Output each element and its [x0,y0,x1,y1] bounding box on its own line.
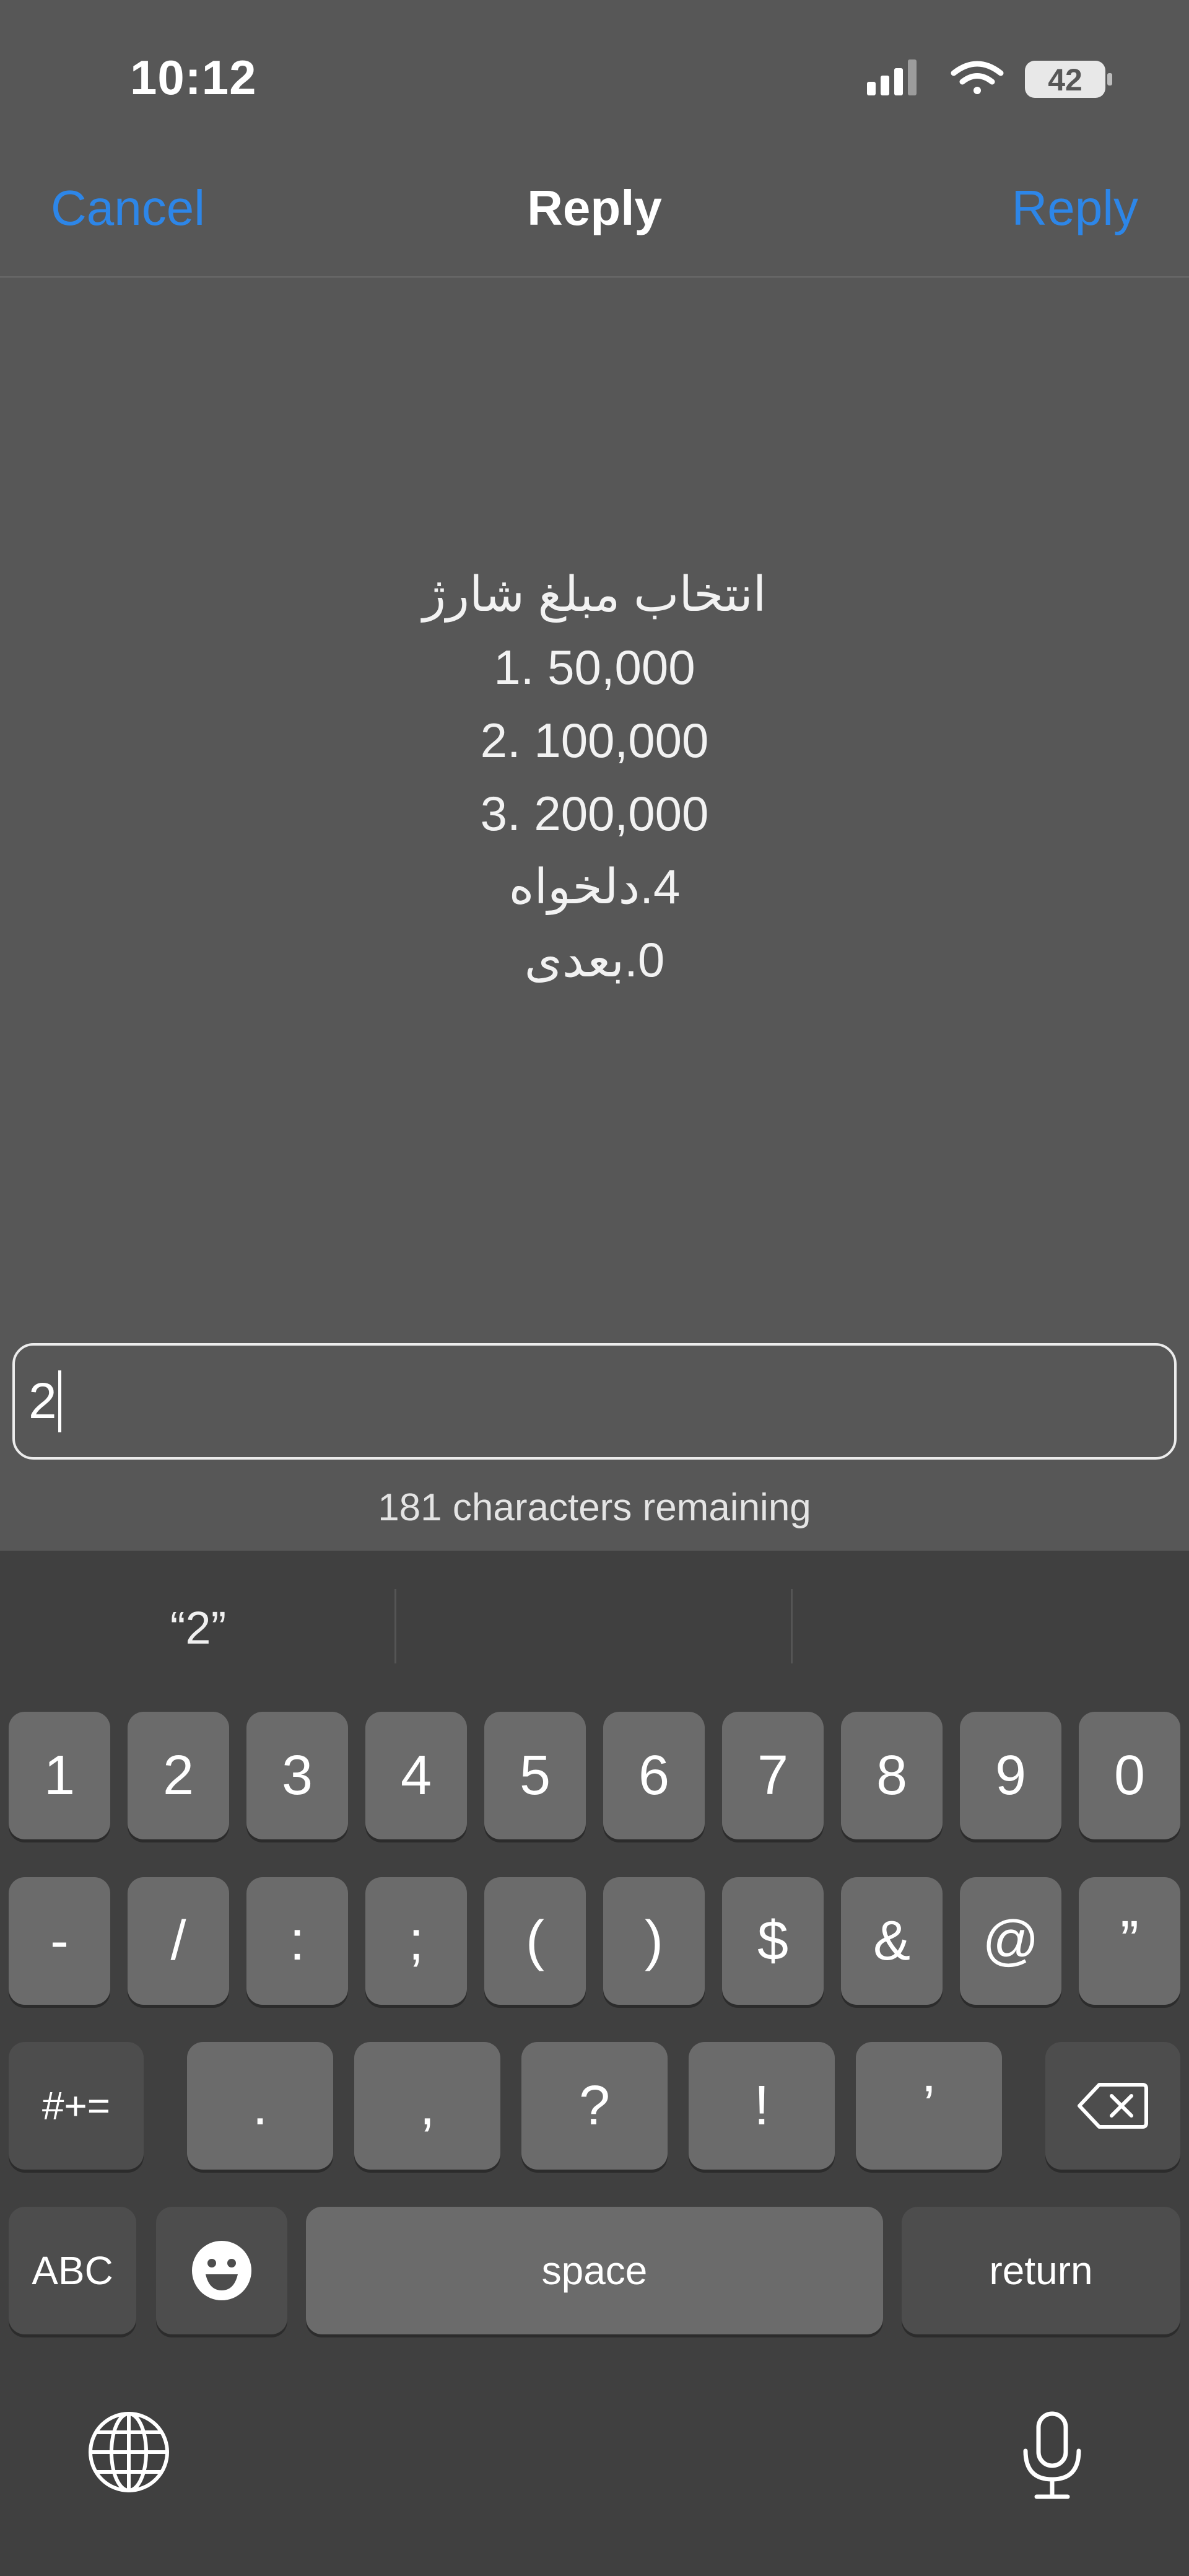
emoji-button[interactable] [156,2207,287,2334]
status-icons: 42 [867,59,1112,98]
message-line: 3. 200,000 [480,786,709,841]
battery-icon: 42 [1025,61,1112,98]
key-open-paren[interactable]: ( [484,1877,586,2005]
key-slash[interactable]: / [128,1877,229,2005]
message-line: انتخاب مبلغ شارژ [422,567,767,621]
key-7[interactable]: 7 [722,1712,824,1839]
key-abc[interactable]: ABC [9,2207,136,2334]
key-ampersand[interactable]: & [841,1877,943,2005]
key-6[interactable]: 6 [603,1712,705,1839]
page-title: Reply [527,180,662,235]
key-apostrophe[interactable]: ’ [856,2042,1002,2170]
key-2[interactable]: 2 [128,1712,229,1839]
key-return[interactable]: return [902,2207,1180,2334]
key-question[interactable]: ? [521,2042,668,2170]
key-more-symbols[interactable]: #+= [9,2042,144,2170]
key-4[interactable]: 4 [365,1712,467,1839]
key-space[interactable]: space [306,2207,883,2334]
key-quote[interactable]: ” [1079,1877,1180,2005]
message-line: 0.بعدی [524,932,665,987]
key-colon[interactable]: : [246,1877,348,2005]
reply-button[interactable]: Reply [1011,180,1138,237]
message-line: 2. 100,000 [480,713,709,768]
key-exclamation[interactable]: ! [689,2042,835,2170]
signal-icon [867,59,917,95]
key-at[interactable]: @ [960,1877,1061,2005]
status-time: 10:12 [130,50,257,105]
cancel-button[interactable]: Cancel [51,180,205,237]
key-9[interactable]: 9 [960,1712,1061,1839]
message-line: 4.دلخواه [508,859,681,914]
globe-icon[interactable] [87,2410,171,2494]
key-8[interactable]: 8 [841,1712,943,1839]
suggestion-1[interactable]: “2” [0,1601,396,1663]
suggestion-2[interactable] [396,1601,793,1663]
emoji-icon [192,2241,251,2300]
key-period[interactable]: . [187,2042,333,2170]
key-close-paren[interactable]: ) [603,1877,705,2005]
message-line: 1. 50,000 [494,640,695,694]
key-1[interactable]: 1 [9,1712,110,1839]
key-dollar[interactable]: $ [722,1877,824,2005]
microphone-icon[interactable] [1018,2410,1086,2503]
delete-icon [1078,2083,1148,2129]
key-hyphen[interactable]: - [9,1877,110,2005]
text-caret [58,1370,61,1432]
reply-input-value: 2 [28,1373,57,1429]
svg-text:42: 42 [1048,63,1082,97]
key-comma[interactable]: , [354,2042,500,2170]
key-5[interactable]: 5 [484,1712,586,1839]
wifi-icon [951,61,1004,94]
characters-remaining: 181 characters remaining [378,1486,811,1529]
message-body: انتخاب مبلغ شارژ 1. 50,000 2. 100,000 3.… [285,558,904,996]
suggestion-3[interactable] [793,1601,1189,1663]
delete-button[interactable] [1045,2042,1180,2170]
key-semicolon[interactable]: ; [365,1877,467,2005]
key-0[interactable]: 0 [1079,1712,1180,1839]
key-3[interactable]: 3 [246,1712,348,1839]
nav-divider [0,276,1189,278]
reply-input[interactable]: 2 [12,1343,1177,1460]
